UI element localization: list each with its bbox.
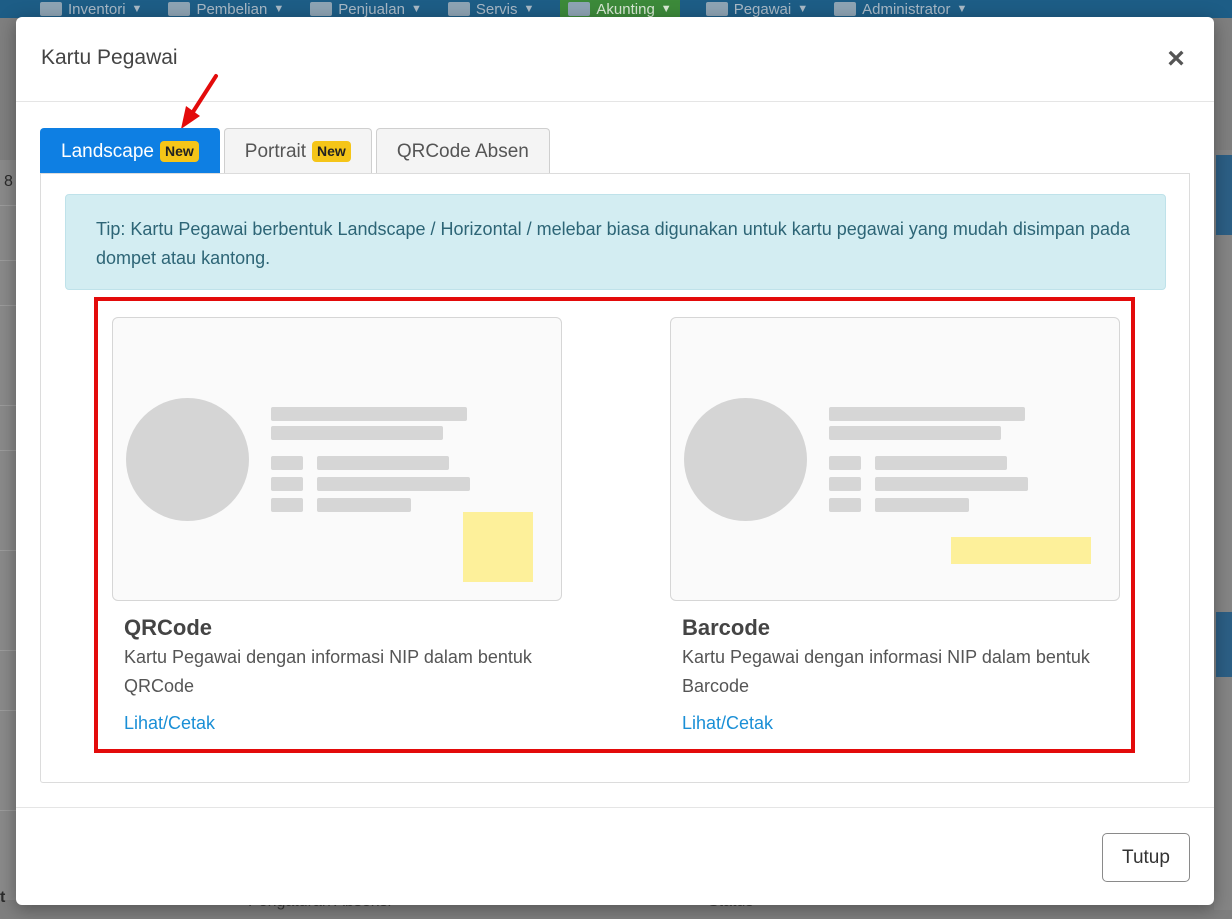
background-right-strip	[1214, 150, 1232, 910]
box-icon	[40, 2, 62, 16]
lihat-cetak-qrcode-link[interactable]: Lihat/Cetak	[124, 713, 562, 734]
cart-icon	[168, 2, 191, 16]
ledger-icon	[568, 2, 591, 16]
background-left-strip	[0, 160, 16, 900]
lihat-cetak-barcode-link[interactable]: Lihat/Cetak	[682, 713, 1120, 734]
document-icon	[310, 2, 333, 16]
tab-label: Portrait	[244, 140, 307, 162]
avatar-placeholder	[126, 398, 249, 521]
tab-label: QRCode Absen	[396, 140, 529, 162]
card-title: Barcode	[682, 615, 771, 640]
nav-item-pegawai: Pegawai ▼	[705, 0, 809, 18]
background-top-nav: Inventori ▼ Pembelian ▼ Penjualan ▼ Serv…	[0, 0, 1232, 18]
background-panel	[1216, 155, 1232, 235]
qrcode-card: QRCode Kartu Pegawai dengan informasi NI…	[112, 317, 562, 734]
gears-icon	[447, 2, 470, 16]
tab-portrait[interactable]: Portrait New	[223, 128, 372, 174]
card-orientation-tabs: Landscape New Portrait New QRCode Absen	[40, 128, 554, 174]
new-badge: New	[159, 141, 199, 162]
chevron-down-icon: ▼	[273, 3, 285, 15]
id-card-icon	[705, 2, 728, 16]
tab-qrcode-absen[interactable]: QRCode Absen	[375, 128, 550, 174]
annotation-highlight-box: QRCode Kartu Pegawai dengan informasi NI…	[94, 297, 1135, 753]
kartu-pegawai-modal: Kartu Pegawai × Landscape New Portrait N…	[16, 17, 1214, 905]
gear-icon	[834, 2, 857, 16]
card-title: QRCode	[124, 615, 212, 640]
tab-label: Landscape	[61, 140, 154, 162]
card-preview-qrcode	[112, 317, 562, 601]
barcode-placeholder	[951, 537, 1091, 564]
barcode-card: Barcode Kartu Pegawai dengan informasi N…	[670, 317, 1120, 734]
chevron-down-icon: ▼	[410, 3, 422, 15]
chevron-down-icon: ▼	[523, 3, 535, 15]
tab-landscape[interactable]: Landscape New	[40, 128, 220, 174]
background-text: 8	[4, 173, 13, 190]
background-text: t	[0, 889, 6, 906]
nav-item-servis: Servis ▼	[447, 0, 535, 18]
tip-alert: Tip: Kartu Pegawai berbentuk Landscape /…	[65, 194, 1166, 290]
chevron-down-icon: ▼	[660, 3, 672, 15]
landscape-tab-panel: Tip: Kartu Pegawai berbentuk Landscape /…	[40, 173, 1190, 783]
nav-item-penjualan: Penjualan ▼	[310, 0, 422, 18]
card-description: Kartu Pegawai dengan informasi NIP dalam…	[124, 647, 532, 696]
chevron-down-icon: ▼	[797, 3, 809, 15]
modal-footer: Tutup	[16, 807, 1214, 905]
card-preview-barcode	[670, 317, 1120, 601]
chevron-down-icon: ▼	[131, 3, 143, 15]
nav-item-akunting: Akunting ▼	[560, 0, 680, 18]
close-icon[interactable]: ×	[1164, 44, 1188, 74]
nav-item-administrator: Administrator ▼	[834, 0, 967, 18]
modal-title: Kartu Pegawai	[41, 46, 178, 69]
qrcode-placeholder	[463, 512, 533, 582]
nav-item-inventori: Inventori ▼	[40, 0, 142, 18]
background-panel	[1216, 612, 1232, 677]
chevron-down-icon: ▼	[956, 3, 968, 15]
avatar-placeholder	[684, 398, 807, 521]
tutup-button[interactable]: Tutup	[1102, 833, 1190, 882]
card-description: Kartu Pegawai dengan informasi NIP dalam…	[682, 647, 1090, 696]
new-badge: New	[312, 141, 351, 162]
nav-item-pembelian: Pembelian ▼	[168, 0, 284, 18]
